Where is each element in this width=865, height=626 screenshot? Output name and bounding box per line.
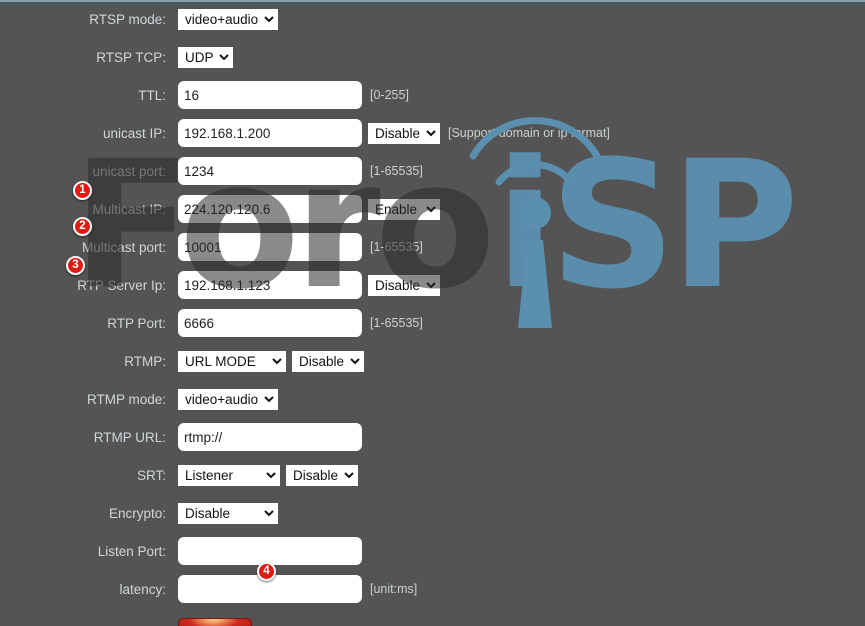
label-rtmp: RTMP: — [124, 353, 166, 369]
label-latency: latency: — [119, 581, 166, 597]
row-rtp-server-ip: RTP Server Ip: DisableEnable — [0, 266, 865, 304]
label-multicast-ip: Multicast IP: — [92, 201, 166, 217]
select-srt-enable[interactable]: DisableEnable — [286, 464, 358, 486]
input-unicast-port[interactable] — [178, 157, 362, 185]
input-ttl[interactable] — [178, 81, 362, 109]
callout-badge-1: 1 — [73, 181, 92, 200]
ctrl-rtmp-mode: video+audiovideoaudio — [178, 388, 278, 410]
apply-button[interactable]: Apply — [178, 618, 252, 626]
label-unicast-ip: unicast IP: — [102, 125, 166, 141]
select-rtmp-mode-type[interactable]: URL MODEPUSH MODE — [178, 350, 286, 372]
label-multicast-port: Multicast port: — [81, 239, 166, 255]
select-rtmp-mode[interactable]: video+audiovideoaudio — [178, 388, 278, 410]
ctrl-rtsp-tcp: UDPTCP — [178, 46, 233, 68]
input-listen-port[interactable] — [178, 537, 362, 565]
row-ttl: TTL: [0-255] — [0, 76, 865, 114]
select-srt-mode[interactable]: ListenerCallerRendezvous — [178, 464, 280, 486]
select-rtp-server-enable[interactable]: DisableEnable — [368, 274, 440, 296]
input-multicast-port[interactable] — [178, 233, 362, 261]
label-encrypto: Encrypto: — [108, 505, 166, 521]
callout-badge-4: 4 — [257, 562, 276, 581]
label-rtp-port: RTP Port: — [107, 315, 166, 331]
row-unicast-ip: unicast IP: DisableEnable [Support domai… — [0, 114, 865, 152]
input-multicast-ip[interactable] — [178, 195, 362, 223]
hint-unicast-ip: [Support domain or ip format] — [448, 126, 610, 140]
label-srt: SRT: — [136, 467, 166, 483]
ctrl-multicast-ip: EnableDisable — [178, 195, 440, 223]
ctrl-ttl: [0-255] — [178, 81, 409, 109]
ctrl-unicast-port: [1-65535] — [178, 157, 423, 185]
row-srt: SRT: ListenerCallerRendezvous DisableEna… — [0, 456, 865, 494]
label-rtmp-mode: RTMP mode: — [86, 391, 166, 407]
ctrl-encrypto: DisableEnable — [178, 502, 278, 524]
hint-latency: [unit:ms] — [370, 582, 418, 596]
callout-badge-2: 2 — [73, 217, 92, 236]
hint-multicast-port: [1-65535] — [370, 240, 423, 254]
label-unicast-port: unicast port: — [92, 163, 166, 179]
ctrl-rtmp-url — [178, 423, 362, 451]
select-rtsp-tcp[interactable]: UDPTCP — [178, 46, 233, 68]
label-ttl: TTL: — [138, 87, 166, 103]
label-rtp-server-ip: RTP Server Ip: — [77, 277, 166, 293]
ctrl-rtsp-mode: video+audiovideoaudio — [178, 8, 278, 30]
ctrl-latency: [unit:ms] — [178, 575, 417, 603]
row-unicast-port: unicast port: [1-65535] — [0, 152, 865, 190]
hint-unicast-port: [1-65535] — [370, 164, 423, 178]
stream-settings-form: RTSP mode: video+audiovideoaudio RTSP TC… — [0, 0, 865, 626]
select-unicast-ip-enable[interactable]: DisableEnable — [368, 122, 440, 144]
callout-badge-3: 3 — [66, 256, 85, 275]
ctrl-listen-port — [178, 537, 362, 565]
select-encrypto[interactable]: DisableEnable — [178, 502, 278, 524]
row-rtmp: RTMP: URL MODEPUSH MODE DisableEnable — [0, 342, 865, 380]
ctrl-apply: Apply — [178, 618, 252, 626]
label-rtsp-mode: RTSP mode: — [89, 11, 166, 27]
select-rtmp-enable[interactable]: DisableEnable — [292, 350, 364, 372]
label-rtmp-url: RTMP URL: — [93, 429, 166, 445]
row-multicast-ip: Multicast IP: EnableDisable — [0, 190, 865, 228]
hint-ttl: [0-255] — [370, 88, 409, 102]
ctrl-unicast-ip: DisableEnable [Support domain or ip form… — [178, 119, 610, 147]
ctrl-rtp-port: [1-65535] — [178, 309, 423, 337]
row-listen-port: Listen Port: — [0, 532, 865, 570]
hint-rtp-port: [1-65535] — [370, 316, 423, 330]
row-rtmp-mode: RTMP mode: video+audiovideoaudio — [0, 380, 865, 418]
select-rtsp-mode[interactable]: video+audiovideoaudio — [178, 8, 278, 30]
ctrl-rtp-server-ip: DisableEnable — [178, 271, 440, 299]
row-latency: latency: [unit:ms] — [0, 570, 865, 608]
label-listen-port: Listen Port: — [97, 543, 166, 559]
ctrl-rtmp: URL MODEPUSH MODE DisableEnable — [178, 350, 364, 372]
select-multicast-ip-enable[interactable]: EnableDisable — [368, 198, 440, 220]
input-rtp-port[interactable] — [178, 309, 362, 337]
row-encrypto: Encrypto: DisableEnable — [0, 494, 865, 532]
row-apply: Apply — [0, 608, 865, 626]
label-rtsp-tcp: RTSP TCP: — [96, 49, 166, 65]
row-rtmp-url: RTMP URL: — [0, 418, 865, 456]
row-rtsp-tcp: RTSP TCP: UDPTCP — [0, 38, 865, 76]
ctrl-srt: ListenerCallerRendezvous DisableEnable — [178, 464, 358, 486]
input-rtmp-url[interactable] — [178, 423, 362, 451]
row-multicast-port: Multicast port: [1-65535] — [0, 228, 865, 266]
row-rtsp-mode: RTSP mode: video+audiovideoaudio — [0, 0, 865, 38]
input-rtp-server-ip[interactable] — [178, 271, 362, 299]
input-unicast-ip[interactable] — [178, 119, 362, 147]
ctrl-multicast-port: [1-65535] — [178, 233, 423, 261]
row-rtp-port: RTP Port: [1-65535] — [0, 304, 865, 342]
